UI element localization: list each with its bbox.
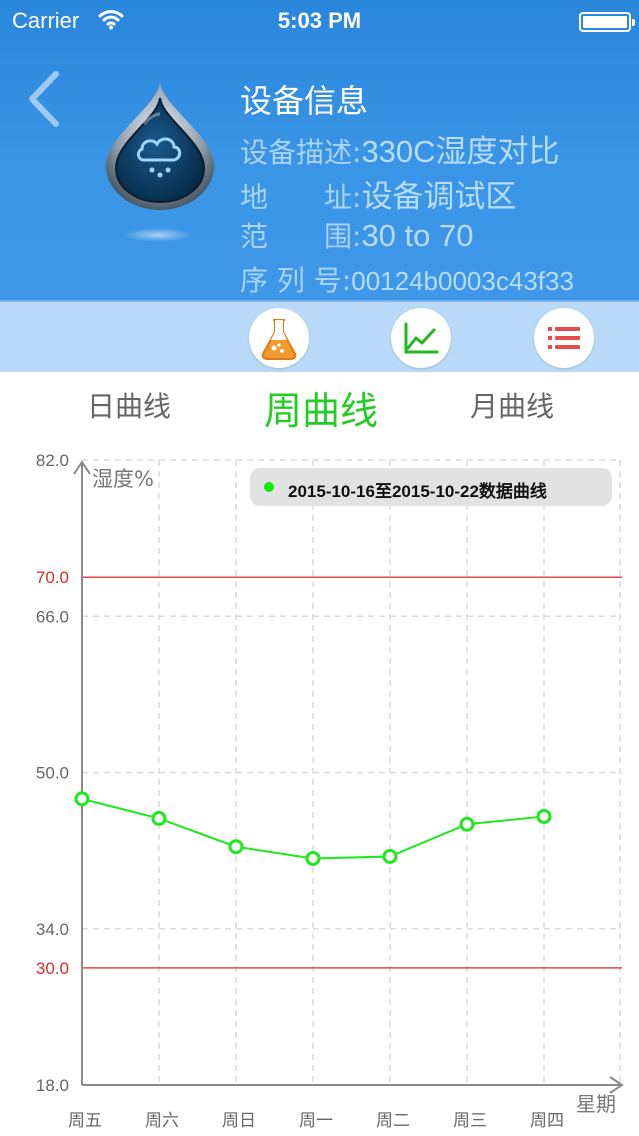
list-button[interactable] bbox=[534, 308, 594, 368]
x-tick-label: 周二 bbox=[376, 1111, 410, 1131]
tab-day-curve[interactable]: 日曲线 bbox=[29, 385, 229, 425]
device-info-title: 设备信息 bbox=[240, 82, 369, 120]
line-chart-button[interactable] bbox=[391, 308, 451, 368]
icon-reflection bbox=[123, 228, 193, 242]
tab-month-curve[interactable]: 月曲线 bbox=[412, 385, 612, 425]
function-toolbar bbox=[0, 300, 639, 372]
description-label: 设备描述: bbox=[240, 136, 362, 169]
data-point bbox=[459, 816, 475, 832]
address-value: 设备调试区 bbox=[361, 179, 517, 214]
limit-label: 70.0 bbox=[36, 568, 69, 587]
device-description-row: 设备描述:330C湿度对比 bbox=[240, 126, 560, 171]
flask-icon bbox=[261, 319, 297, 360]
y-tick-label: 34.0 bbox=[36, 920, 69, 939]
data-point bbox=[74, 791, 90, 807]
data-point bbox=[382, 848, 398, 864]
serial-label: 序 列 号: bbox=[240, 264, 352, 297]
data-point bbox=[151, 810, 167, 826]
line-chart-icon bbox=[404, 322, 439, 354]
device-range-row: 范 围:30 to 70 bbox=[240, 215, 473, 255]
x-tick-label: 周五 bbox=[68, 1111, 102, 1131]
list-icon bbox=[548, 327, 580, 349]
x-tick-label: 周六 bbox=[145, 1111, 179, 1131]
range-label: 范 围: bbox=[240, 220, 362, 253]
flask-button[interactable] bbox=[249, 308, 309, 368]
y-tick-label: 66.0 bbox=[36, 607, 69, 626]
chart-legend: 2015-10-16至2015-10-22数据曲线 bbox=[250, 468, 612, 506]
y-tick-label: 18.0 bbox=[36, 1076, 69, 1095]
device-address-row: 地 址:设备调试区 bbox=[240, 171, 516, 216]
y-axis-title: 湿度% bbox=[92, 467, 154, 491]
x-tick-label: 周日 bbox=[222, 1111, 256, 1131]
device-serial-row: 序 列 号:00124b0003c43f33 bbox=[240, 259, 574, 299]
legend-marker bbox=[264, 482, 274, 492]
battery-icon bbox=[579, 12, 635, 32]
humidity-line-chart: 82.0 66.0 50.0 34.0 18.0 70.0 30.0 湿度% 星期周五 周六 周日 周… bbox=[36, 451, 624, 1131]
x-tick-label: 周一 bbox=[299, 1111, 333, 1131]
back-chevron-icon[interactable] bbox=[22, 68, 66, 130]
y-tick-label: 82.0 bbox=[36, 451, 69, 470]
limit-label: 30.0 bbox=[36, 959, 69, 978]
data-point bbox=[228, 839, 244, 855]
x-axis-title: 星期 bbox=[576, 1092, 616, 1116]
address-label: 地 址: bbox=[240, 181, 362, 214]
tab-week-curve[interactable]: 周曲线 bbox=[221, 380, 421, 435]
legend-series-label: 2015-10-16至2015-10-22数据曲线 bbox=[288, 482, 547, 501]
water-drop-cloud-icon bbox=[106, 82, 214, 210]
serial-value: 00124b0003c43f33 bbox=[351, 266, 574, 296]
x-tick-label: 周四 bbox=[530, 1111, 564, 1131]
data-point bbox=[536, 808, 552, 824]
y-tick-label: 50.0 bbox=[36, 764, 69, 783]
x-tick-label: 周三 bbox=[453, 1111, 487, 1131]
status-time: 5:03 PM bbox=[277, 8, 362, 33]
data-point bbox=[305, 850, 321, 866]
description-value: 330C湿度对比 bbox=[361, 134, 560, 169]
range-value: 30 to 70 bbox=[361, 218, 474, 253]
device-header: Carrier 5:03 PM 设备信息 设备描述:330C湿度对比 地 址:设… bbox=[0, 0, 639, 300]
